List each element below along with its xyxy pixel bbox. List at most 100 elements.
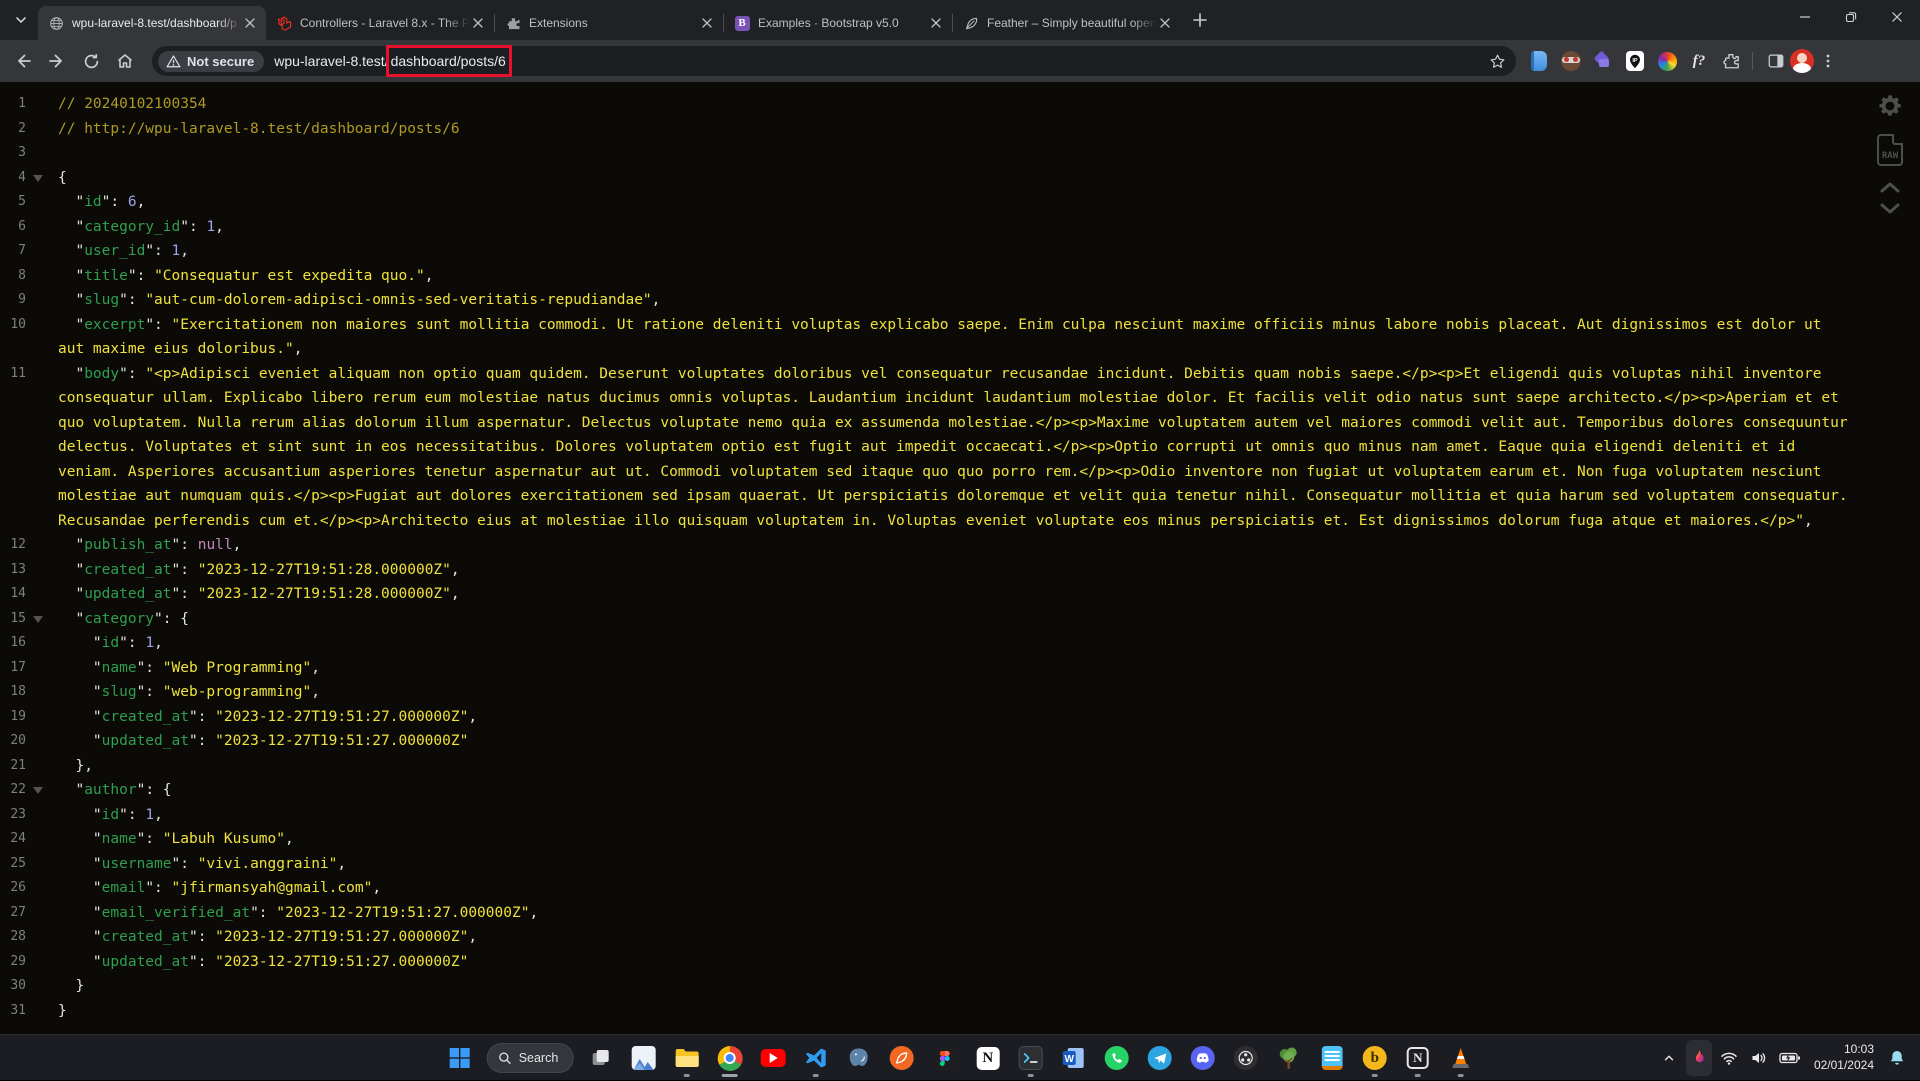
tab-wpu-laravel[interactable]: wpu-laravel-8.test/dashboard/p [38,6,266,40]
taskbar-search[interactable]: Search [487,1043,574,1073]
youtube-icon [760,1049,785,1067]
collapse-toggle[interactable] [26,166,58,182]
back-arrow-icon [13,51,33,71]
taskbar-notion-button[interactable]: N [967,1038,1008,1078]
tab-laravel-docs[interactable]: Controllers - Laravel 8.x - The P [266,6,494,40]
taskbar-vlc-button[interactable] [1440,1038,1481,1078]
security-chip[interactable]: Not secure [158,51,264,72]
code-line: 9 "slug": "aut-cum-dolorem-adipisci-omni… [0,288,1920,313]
sidebar-icon [1767,52,1785,70]
taskbar-postgresql-button[interactable] [838,1038,879,1078]
profile-button[interactable] [1789,48,1815,74]
taskbar-telegram-button[interactable] [1139,1038,1180,1078]
side-panel-button[interactable] [1763,48,1789,74]
taskbar-vscode-button[interactable] [795,1038,836,1078]
taskbar-notepad-button[interactable] [1311,1038,1352,1078]
tab-extensions[interactable]: Extensions [495,6,723,40]
view-raw-button[interactable]: RAW [1877,134,1903,166]
reload-button[interactable] [76,46,106,76]
code-line: 20 "updated_at": "2023-12-27T19:51:27.00… [0,729,1920,754]
line-number: 6 [0,215,26,240]
taskbar-bruno-button[interactable]: b [1354,1038,1395,1078]
code-line: 5 "id": 6, [0,190,1920,215]
tray-flame-button[interactable] [1686,1040,1712,1076]
back-button[interactable] [8,46,38,76]
notebook-ext-button[interactable] [1526,48,1552,74]
tab-feather[interactable]: Feather – Simply beautiful open [953,6,1181,40]
close-button[interactable] [1874,0,1920,34]
code-text: { [58,166,1920,191]
tab-close-button[interactable] [1157,15,1173,31]
puzzle-ext-button[interactable] [1718,48,1744,74]
taskbar-notion-alt-button[interactable]: N [1397,1038,1438,1078]
security-chip-label: Not secure [187,54,254,69]
taskbar-explorer-button[interactable] [666,1038,707,1078]
tab-close-button[interactable] [928,15,944,31]
address-bar[interactable]: Not secure wpu-laravel-8.test/dashboard/… [152,46,1516,76]
reload-icon [82,52,101,71]
code-line: 8 "title": "Consequatur est expedita quo… [0,264,1920,289]
taskbar-start-button[interactable] [439,1038,480,1078]
toolbar-divider [1752,52,1753,70]
code-line: 18 "slug": "web-programming", [0,680,1920,705]
taskbar-chrome-button[interactable] [709,1038,750,1078]
goggles-ext-button[interactable] [1558,48,1584,74]
font-finder-ext-button[interactable]: f? [1686,48,1712,74]
tab-close-button[interactable] [242,15,258,31]
viewer-settings-button[interactable] [1876,92,1904,120]
home-button[interactable] [110,46,140,76]
tray-notifications-button[interactable] [1884,1040,1910,1076]
tray-battery-button[interactable] [1776,1040,1804,1076]
tree-app-icon [1278,1046,1300,1070]
home-icon [115,51,135,71]
tray-network-button[interactable] [1716,1040,1742,1076]
taskbar-taskview-button[interactable] [580,1038,621,1078]
collapse-toggle[interactable] [26,778,58,794]
tab-bootstrap[interactable]: BExamples · Bootstrap v5.0 [724,6,952,40]
taskbar-whatsapp-button[interactable] [1096,1038,1137,1078]
tray-clock[interactable]: 10:03 02/01/2024 [1808,1042,1880,1073]
tray-time: 10:03 [1814,1042,1874,1058]
purple-ext-button[interactable] [1590,48,1616,74]
tray-volume-button[interactable] [1746,1040,1772,1076]
taskbar-laragon-button[interactable] [881,1038,922,1078]
taskbar-obs-button[interactable] [1225,1038,1266,1078]
minimize-button[interactable] [1782,0,1828,34]
taskbar-youtube-button[interactable] [752,1038,793,1078]
code-text: // 20240102100354 [58,92,1920,117]
goggles-ext-icon [1561,51,1581,71]
bookmark-star-button[interactable] [1484,48,1510,74]
tab-close-button[interactable] [470,15,486,31]
taskbar-photos-button[interactable] [623,1038,664,1078]
code-text: "title": "Consequatur est expedita quo."… [58,264,1920,289]
forward-button[interactable] [42,46,72,76]
line-number: 16 [0,631,26,656]
line-number: 13 [0,558,26,583]
scroll-down-button[interactable] [1879,202,1901,216]
taskbar-apps: SearchNWbN [438,1035,1483,1081]
color-wheel-ext-button[interactable] [1654,48,1680,74]
tab-close-button[interactable] [699,15,715,31]
code-line: 4{ [0,166,1920,191]
tab-title: wpu-laravel-8.test/dashboard/p [72,16,242,30]
menu-button[interactable] [1815,48,1841,74]
figma-icon [933,1047,956,1070]
globe-icon [48,15,64,31]
taskbar-figma-button[interactable] [924,1038,965,1078]
code-line: 15 "category": { [0,607,1920,632]
new-tab-button[interactable] [1187,7,1213,33]
restore-button[interactable] [1828,0,1874,34]
collapse-toggle[interactable] [26,607,58,623]
line-number: 12 [0,533,26,558]
ip-pin-ext-button[interactable]: IP [1622,48,1648,74]
photos-icon [632,1046,656,1070]
scroll-up-button[interactable] [1879,180,1901,194]
tab-search-button[interactable] [8,7,34,33]
taskbar-discord-button[interactable] [1182,1038,1223,1078]
battery-charging-icon [1779,1051,1801,1065]
taskbar-tree-app-button[interactable] [1268,1038,1309,1078]
tray-chevron-button[interactable] [1656,1040,1682,1076]
taskbar-word-button[interactable]: W [1053,1038,1094,1078]
taskbar-terminal-button[interactable] [1010,1038,1051,1078]
code-text: // http://wpu-laravel-8.test/dashboard/p… [58,117,1920,142]
